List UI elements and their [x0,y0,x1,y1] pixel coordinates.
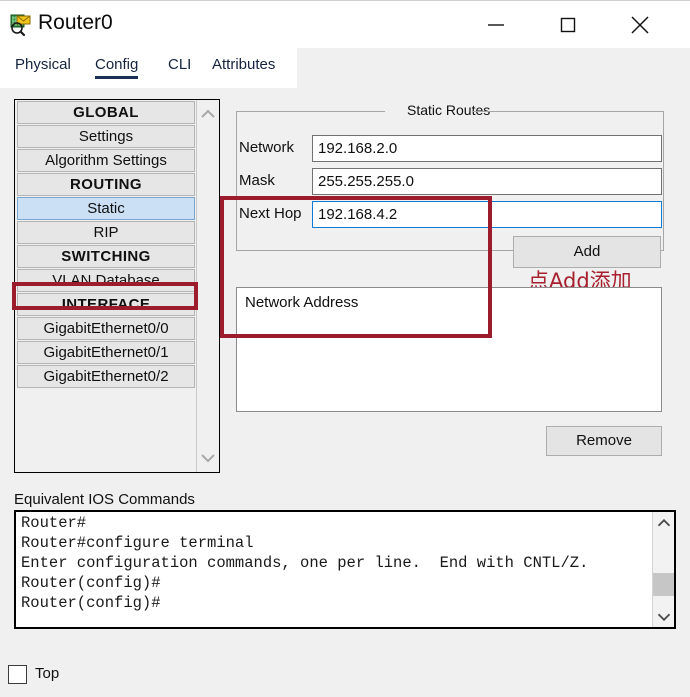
close-button[interactable] [617,1,663,49]
ios-scroll-down-button[interactable] [653,606,674,627]
chevron-up-icon [657,518,670,526]
ios-commands-text: Router# Router#configure terminal Enter … [21,514,589,612]
network-address-list-header: Network Address [245,294,359,311]
static-routes-legend: Static Routes [403,102,495,118]
sidebar-scrollbar[interactable] [196,100,219,472]
network-field-row: Network [237,135,663,163]
window-title: Router0 [38,11,113,34]
title-bar: Router0 [0,0,690,49]
tab-physical[interactable]: Physical [15,56,71,76]
chevron-down-icon [657,613,670,621]
tab-cli[interactable]: CLI [168,56,191,76]
ios-scroll-thumb[interactable] [653,573,674,596]
maximize-icon [560,17,576,33]
sidebar-scroll-down-button[interactable] [197,447,219,469]
tab-attributes[interactable]: Attributes [212,56,275,76]
sidebar-item-gigabitethernet0-0[interactable]: GigabitEthernet0/0 [17,317,195,340]
tab-config[interactable]: Config [95,56,139,79]
mask-field-row: Mask [237,168,663,196]
network-label: Network [239,139,295,156]
network-input[interactable] [312,135,662,162]
minimize-icon [488,24,504,26]
sidebar-header-switching: SWITCHING [17,245,195,268]
sidebar-item-settings[interactable]: Settings [17,125,195,148]
static-routes-group: Static Routes Network Mask Next Hop [236,102,664,251]
config-sidebar: GLOBAL Settings Algorithm Settings ROUTI… [14,99,220,473]
tab-bar: Physical Config CLI Attributes [0,48,690,88]
ios-scroll-up-button[interactable] [653,512,674,533]
minimize-button[interactable] [473,1,519,49]
sidebar-header-interface: INTERFACE [17,293,195,316]
top-checkbox[interactable] [8,665,27,684]
close-icon [631,16,649,34]
sidebar-item-static[interactable]: Static [17,197,195,220]
add-button[interactable]: Add [513,236,661,268]
top-checkbox-label: Top [35,665,60,682]
router-inspect-icon [9,13,33,37]
sidebar-item-gigabitethernet0-1[interactable]: GigabitEthernet0/1 [17,341,195,364]
sidebar-header-routing: ROUTING [17,173,195,196]
sidebar-scroll-up-button[interactable] [197,103,219,125]
sidebar-item-rip[interactable]: RIP [17,221,195,244]
sidebar-item-gigabitethernet0-2[interactable]: GigabitEthernet0/2 [17,365,195,388]
sidebar-item-list: GLOBAL Settings Algorithm Settings ROUTI… [15,100,197,472]
sidebar-item-algorithm-settings[interactable]: Algorithm Settings [17,149,195,172]
next-hop-field-row: Next Hop [237,201,663,229]
maximize-button[interactable] [545,1,591,49]
chevron-down-icon [201,454,215,463]
chevron-up-icon [201,109,215,118]
ios-commands-label: Equivalent IOS Commands [14,491,195,508]
sidebar-header-global: GLOBAL [17,101,195,124]
network-address-list[interactable]: Network Address [236,287,662,412]
bottom-bar: Top [0,648,690,697]
remove-button[interactable]: Remove [546,426,662,456]
ios-console-scrollbar[interactable] [652,512,674,627]
mask-label: Mask [239,172,275,189]
next-hop-label: Next Hop [239,205,302,222]
mask-input[interactable] [312,168,662,195]
next-hop-input[interactable] [312,201,662,228]
ios-commands-console[interactable]: Router# Router#configure terminal Enter … [14,510,676,629]
sidebar-item-vlan-database[interactable]: VLAN Database [17,269,195,292]
